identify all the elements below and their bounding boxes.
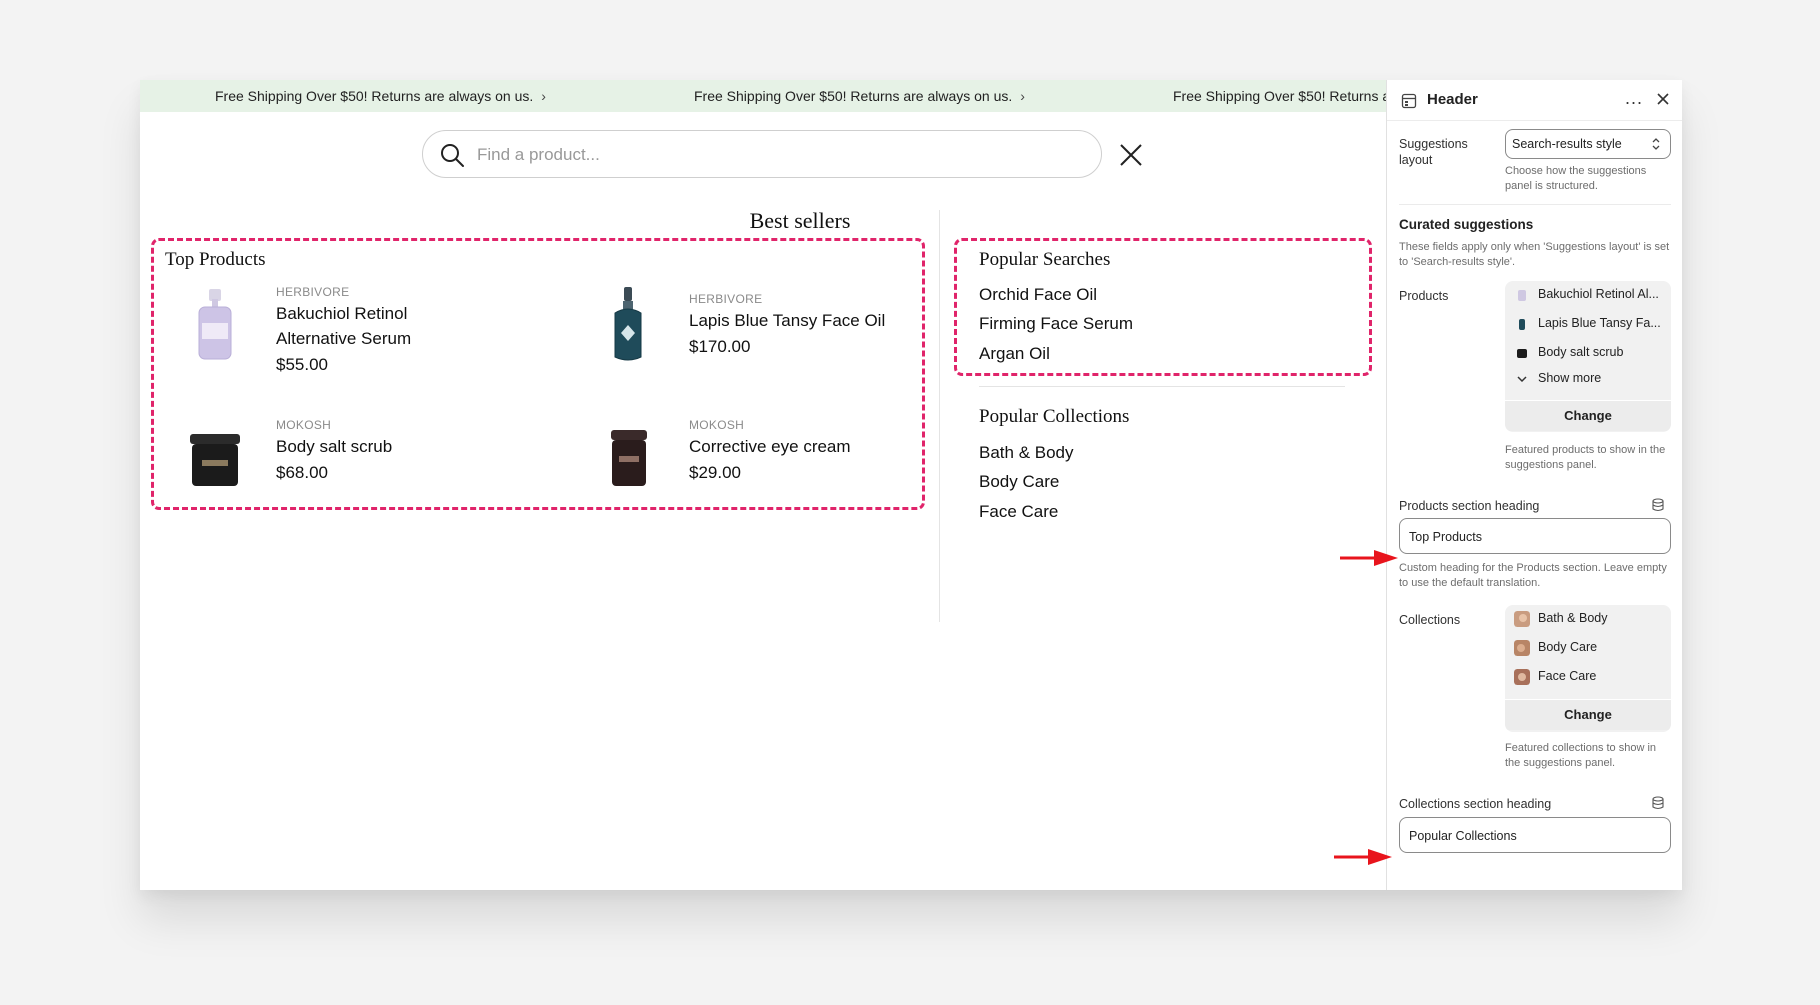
product-name: Bakuchiol Retinol Alternative Serum xyxy=(276,304,412,348)
collection-list-item[interactable]: Bath & Body xyxy=(1505,605,1671,633)
settings-panel: Header ... Suggestions layout Search-res… xyxy=(1386,80,1682,890)
products-heading: Top Products xyxy=(165,249,266,270)
panel-header: Header ... xyxy=(1387,80,1682,121)
collection-thumb xyxy=(1514,640,1530,656)
show-more-toggle[interactable]: Show more xyxy=(1505,365,1671,393)
curated-help: These fields apply only when 'Suggestion… xyxy=(1399,241,1670,268)
storefront-preview: Free Shipping Over $50! Returns are alwa… xyxy=(140,80,1386,890)
collection-list-item-name: Bath & Body xyxy=(1538,611,1608,625)
curated-heading: Curated suggestions xyxy=(1399,217,1534,232)
column-divider xyxy=(939,210,940,622)
popular-collection-link[interactable]: Body Care xyxy=(979,472,1059,492)
red-arrow-icon xyxy=(1340,550,1398,566)
product-list-item[interactable]: Bakuchiol Retinol Al... xyxy=(1505,281,1671,309)
search-bar xyxy=(422,130,1102,179)
suggestions-layout-select[interactable]: Search-results style xyxy=(1505,129,1671,159)
collection-list-item-name: Body Care xyxy=(1538,640,1598,654)
product-vendor: HERBIVORE xyxy=(689,292,763,306)
announcement-bar: Free Shipping Over $50! Returns are alwa… xyxy=(140,80,1386,112)
best-sellers-title: Best sellers xyxy=(749,208,851,233)
jar-image xyxy=(190,434,240,486)
products-heading-label: Products section heading xyxy=(1399,499,1540,513)
popular-collections-heading: Popular Collections xyxy=(979,406,1130,427)
products-label: Products xyxy=(1399,289,1449,303)
product-vendor: MOKOSH xyxy=(689,418,745,432)
product-list-item[interactable]: Body salt scrub xyxy=(1505,339,1671,367)
product-name: Corrective eye cream xyxy=(689,437,851,456)
collections-heading-field[interactable] xyxy=(1399,817,1671,854)
product-price: $68.00 xyxy=(276,463,328,482)
products-change-button[interactable]: Change xyxy=(1505,400,1671,431)
collection-list-item-name: Face Care xyxy=(1538,669,1597,683)
section-divider xyxy=(979,386,1345,387)
search-input[interactable] xyxy=(475,131,1079,179)
product-name: Lapis Blue Tansy Face Oil xyxy=(689,311,886,330)
products-list: Bakuchiol Retinol Al... Lapis Blue Tansy… xyxy=(1505,281,1671,432)
product-list-item[interactable]: Lapis Blue Tansy Fa... xyxy=(1505,310,1671,338)
popular-collection-link[interactable]: Face Care xyxy=(979,502,1058,522)
collections-change-button[interactable]: Change xyxy=(1505,699,1671,730)
product-vendor: MOKOSH xyxy=(276,418,332,432)
divider xyxy=(1399,204,1671,205)
oil-bottle-image xyxy=(614,287,642,361)
collection-thumb xyxy=(1514,611,1530,627)
product-vendor: HERBIVORE xyxy=(276,285,350,299)
announcement-item[interactable]: Free Shipping Over $50! Returns are alwa… xyxy=(215,80,546,112)
product-list-item-name: Body salt scrub xyxy=(1538,345,1624,359)
chevron-right-icon: › xyxy=(1020,88,1025,104)
jar-thumb xyxy=(1517,349,1527,358)
serum-bottle-thumb xyxy=(1518,290,1526,301)
select-arrows-icon xyxy=(1652,138,1660,150)
announcement-item[interactable]: Free Shipping Over $50! Returns are alwa… xyxy=(694,80,1025,112)
search-icon xyxy=(441,144,464,167)
product-price: $29.00 xyxy=(689,463,741,482)
popular-search-link[interactable]: Argan Oil xyxy=(979,344,1050,364)
more-icon[interactable]: ... xyxy=(1625,88,1643,109)
popular-search-link[interactable]: Firming Face Serum xyxy=(979,314,1133,334)
panel-close-icon[interactable] xyxy=(1655,91,1671,107)
jar-image xyxy=(611,430,647,486)
collection-thumb xyxy=(1514,669,1530,685)
products-highlight xyxy=(151,238,925,510)
collections-heading-label: Collections section heading xyxy=(1399,797,1552,811)
popular-searches-heading: Popular Searches xyxy=(979,249,1111,270)
close-icon[interactable] xyxy=(1118,142,1144,168)
panel-title: Header xyxy=(1427,91,1478,108)
product-list-item-name: Bakuchiol Retinol Al... xyxy=(1538,287,1659,301)
collections-help: Featured collections to show in the sugg… xyxy=(1505,742,1657,769)
products-help: Featured products to show in the suggest… xyxy=(1505,444,1666,471)
app-window: Free Shipping Over $50! Returns are alwa… xyxy=(140,80,1682,890)
show-more-label: Show more xyxy=(1538,371,1602,385)
oil-bottle-thumb xyxy=(1519,319,1525,330)
products-heading-field[interactable] xyxy=(1399,518,1671,555)
dynamic-source-icon[interactable] xyxy=(1651,796,1665,810)
chevron-down-icon xyxy=(1517,376,1527,383)
product-list-item-name: Lapis Blue Tansy Fa... xyxy=(1538,316,1661,330)
product-price: $170.00 xyxy=(689,337,751,356)
dynamic-source-icon[interactable] xyxy=(1651,498,1665,512)
collections-heading-input[interactable] xyxy=(1407,818,1667,854)
suggestions-layout-value: Search-results style xyxy=(1512,137,1622,151)
collection-list-item[interactable]: Face Care xyxy=(1505,663,1671,691)
chevron-right-icon: › xyxy=(541,88,546,104)
red-arrow-icon xyxy=(1334,849,1392,865)
collection-list-item[interactable]: Body Care xyxy=(1505,634,1671,662)
announcement-item[interactable]: Free Shipping Over $50! Returns are alwa… xyxy=(1173,80,1386,112)
products-heading-input[interactable] xyxy=(1407,519,1667,555)
announcement-text: Free Shipping Over $50! Returns are alwa… xyxy=(694,88,1013,104)
suggestions-layout-help: Choose how the suggestions panel is stru… xyxy=(1505,165,1647,192)
popular-search-link[interactable]: Orchid Face Oil xyxy=(979,285,1097,305)
suggestions-layout-label: Suggestions layout xyxy=(1399,137,1468,167)
announcement-text: Free Shipping Over $50! Returns are alwa… xyxy=(215,88,534,104)
header-section-icon xyxy=(1401,93,1417,109)
product-name: Body salt scrub xyxy=(276,437,393,456)
popular-collection-link[interactable]: Bath & Body xyxy=(979,443,1074,463)
product-price: $55.00 xyxy=(276,355,328,374)
announcement-text: Free Shipping Over $50! Returns are alwa… xyxy=(1173,88,1386,104)
collections-list: Bath & Body Body Care Face Care Change xyxy=(1505,605,1671,732)
collections-label: Collections xyxy=(1399,613,1461,627)
serum-bottle-image xyxy=(198,289,232,360)
products-heading-help: Custom heading for the Products section.… xyxy=(1399,562,1667,589)
